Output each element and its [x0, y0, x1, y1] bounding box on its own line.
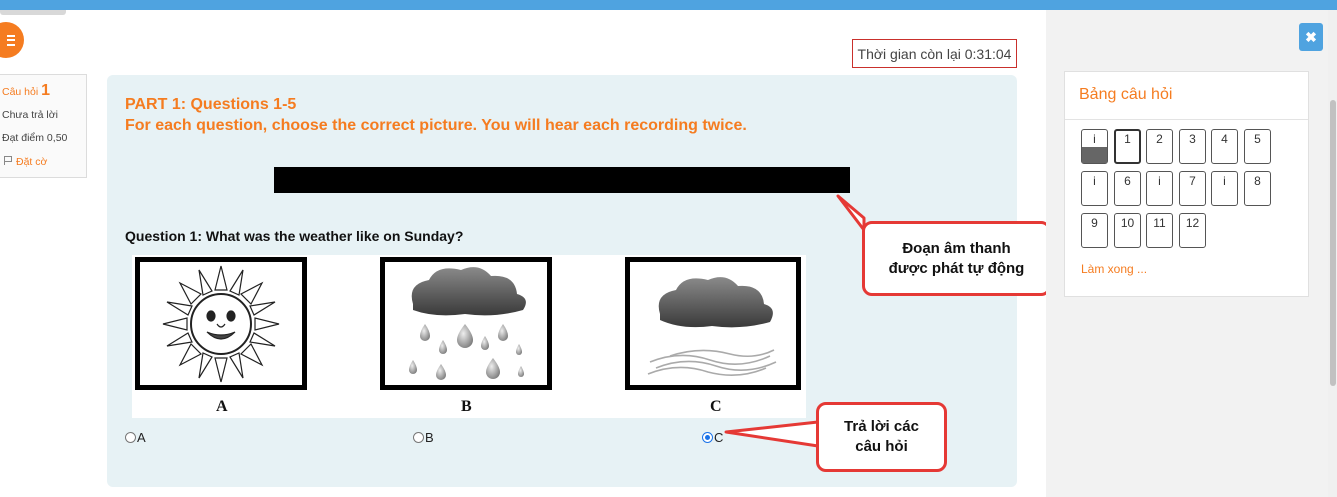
option-a-radio[interactable]: [125, 432, 136, 443]
picture-b: [380, 257, 552, 390]
rain-cloud-icon: [409, 267, 526, 380]
nav-box-label: i: [1093, 174, 1096, 188]
answer-callout: Trả lời các câu hỏi: [816, 402, 947, 472]
question-score: Đạt điểm 0,50: [2, 132, 68, 144]
nav-info-box[interactable]: i: [1211, 171, 1238, 206]
top-bar: [0, 0, 1337, 10]
nav-question-11[interactable]: 11: [1146, 213, 1173, 248]
sun-icon: [162, 265, 280, 383]
picture-b-letter: B: [461, 398, 472, 415]
question-navigation: Bảng câu hỏi i 1 2 3 4 5 i 6 i 7 i 8 9 1…: [1064, 71, 1309, 297]
question-text: Question 1: What was the weather like on…: [125, 228, 464, 244]
nav-question-6[interactable]: 6: [1114, 171, 1141, 206]
nav-question-7[interactable]: 7: [1179, 171, 1206, 206]
close-icon: ✖: [1305, 28, 1317, 45]
timer-text: Thời gian còn lại 0:31:04: [857, 45, 1012, 62]
option-c-label: C: [714, 430, 724, 445]
audio-player[interactable]: [274, 167, 850, 193]
hamburger-icon: [7, 34, 15, 46]
wind-cloud-icon: [647, 277, 777, 376]
part-title: PART 1: Questions 1-5: [125, 96, 297, 113]
picture-c-letter: C: [710, 398, 722, 415]
nav-box-label: 9: [1091, 216, 1098, 230]
picture-c: [625, 257, 801, 390]
nav-question-9[interactable]: 9: [1081, 213, 1108, 248]
nav-box-label: 5: [1254, 132, 1261, 146]
option-b-label: B: [425, 430, 434, 445]
nav-question-3[interactable]: 3: [1179, 129, 1206, 164]
nav-box-label: i: [1223, 174, 1226, 188]
nav-box-label: 1: [1124, 132, 1131, 146]
option-c-radio[interactable]: [702, 432, 713, 443]
nav-box-label: 8: [1254, 174, 1261, 188]
top-tab: [0, 10, 66, 15]
nav-box-label: i: [1158, 174, 1161, 188]
nav-question-12[interactable]: 12: [1179, 213, 1206, 248]
nav-box-label: 2: [1156, 132, 1163, 146]
question-navigation-title: Bảng câu hỏi: [1079, 86, 1173, 103]
timer-box: Thời gian còn lại 0:31:04: [852, 39, 1017, 68]
question-status: Chưa trả lời: [2, 109, 58, 121]
nav-question-8[interactable]: 8: [1244, 171, 1271, 206]
question-label: Câu hỏi: [2, 86, 39, 98]
option-b[interactable]: B: [413, 430, 434, 445]
flag-label: Đặt cờ: [16, 156, 48, 168]
nav-question-4[interactable]: 4: [1211, 129, 1238, 164]
menu-button[interactable]: [0, 22, 24, 58]
answer-pictures: A B C: [132, 255, 806, 418]
picture-a: [135, 257, 307, 390]
nav-box-label: 4: [1221, 132, 1228, 146]
nav-box-label: 7: [1189, 174, 1196, 188]
nav-box-label: 12: [1185, 216, 1200, 230]
flag-question-button[interactable]: Đặt cờ: [2, 156, 47, 168]
nav-box-label: 3: [1189, 132, 1196, 146]
nav-question-10[interactable]: 10: [1114, 213, 1141, 248]
scrollbar-thumb[interactable]: [1330, 100, 1336, 386]
option-b-radio[interactable]: [413, 432, 424, 443]
question-number: 1: [41, 82, 51, 99]
picture-a-letter: A: [216, 398, 228, 415]
nav-info-box[interactable]: i: [1081, 129, 1108, 164]
finish-attempt-link[interactable]: Làm xong ...: [1081, 262, 1147, 276]
nav-question-2[interactable]: 2: [1146, 129, 1173, 164]
option-a-label: A: [137, 430, 146, 445]
nav-box-label: i: [1093, 132, 1096, 146]
nav-question-1[interactable]: 1: [1114, 129, 1141, 164]
nav-box-label: 11: [1153, 216, 1166, 230]
nav-box-label: 6: [1124, 174, 1131, 188]
close-panel-button[interactable]: ✖: [1299, 23, 1323, 51]
option-c[interactable]: C: [702, 430, 723, 445]
nav-info-box[interactable]: i: [1146, 171, 1173, 206]
option-a[interactable]: A: [125, 430, 146, 445]
part-heading: PART 1: Questions 1-5 For each question,…: [125, 94, 747, 136]
flag-icon: [4, 156, 12, 165]
answer-callout-arrow: [724, 420, 820, 448]
part-instructions: For each question, choose the correct pi…: [125, 117, 747, 134]
question-navigation-header: Bảng câu hỏi: [1065, 72, 1308, 120]
audio-callout: Đoạn âm thanh được phát tự động: [862, 221, 1051, 296]
nav-info-box[interactable]: i: [1081, 171, 1108, 206]
question-info-panel: Câu hỏi 1 Chưa trả lời Đạt điểm 0,50 Đặt…: [0, 74, 87, 178]
nav-question-5[interactable]: 5: [1244, 129, 1271, 164]
answer-callout-text: Trả lời các câu hỏi: [844, 418, 919, 455]
nav-box-shade: [1082, 147, 1107, 163]
nav-box-label: 10: [1120, 216, 1135, 230]
audio-callout-text: Đoạn âm thanh được phát tự động: [888, 239, 1025, 277]
